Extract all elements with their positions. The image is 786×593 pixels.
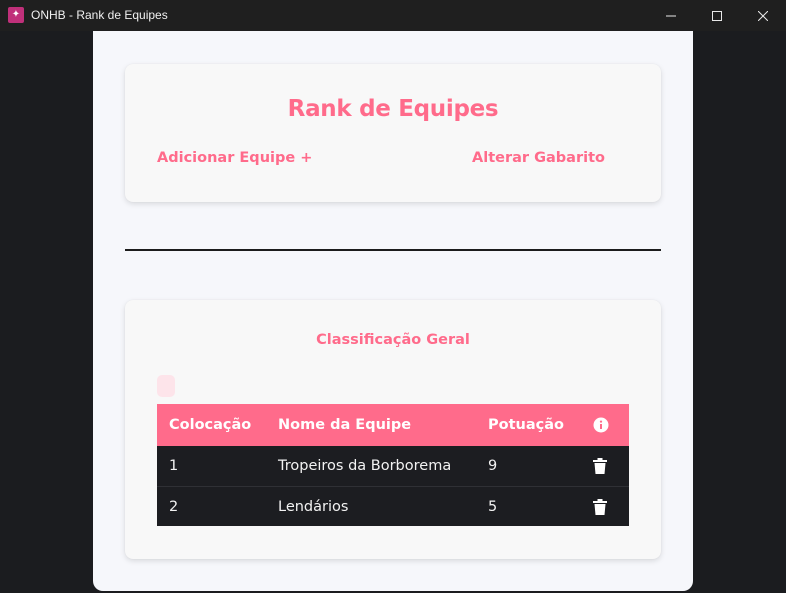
add-team-button[interactable]: Adicionar Equipe + (157, 150, 312, 166)
row-team-name: Tropeiros da Borborema (278, 458, 452, 474)
maximize-icon (712, 10, 722, 21)
row-position: 2 (169, 498, 179, 515)
delete-team-button[interactable] (593, 498, 607, 515)
delete-team-button[interactable] (593, 458, 607, 474)
maximize-button[interactable] (694, 0, 740, 31)
close-button[interactable] (740, 0, 786, 31)
table-row: 2 Lendários 5 (157, 486, 629, 526)
minimize-button[interactable] (648, 0, 694, 31)
info-button[interactable] (593, 417, 609, 433)
column-header-position: Colocação (169, 417, 252, 433)
window-titlebar: ✦ ONHB - Rank de Equipes (0, 0, 786, 31)
column-header-score: Potuação (488, 417, 564, 433)
trash-icon (593, 498, 607, 515)
row-position: 1 (169, 458, 179, 474)
row-team-name: Lendários (278, 498, 349, 515)
header-card (125, 64, 661, 202)
trash-icon (593, 458, 607, 474)
ranking-chip (157, 375, 175, 397)
table-header: Colocação Nome da Equipe Potuação (157, 404, 629, 446)
alter-answer-key-button[interactable]: Alterar Gabarito (472, 150, 605, 166)
row-score: 9 (488, 458, 498, 474)
page-title: Rank de Equipes (287, 96, 499, 122)
info-icon (593, 417, 609, 433)
window-title: ONHB - Rank de Equipes (31, 8, 168, 22)
table-row: 1 Tropeiros da Borborema 9 (157, 446, 629, 486)
row-score: 5 (488, 498, 498, 515)
onhb-app-icon: ✦ (8, 7, 24, 23)
ranking-table: Colocação Nome da Equipe Potuação 1 Trop… (157, 404, 629, 526)
close-icon (758, 10, 768, 21)
section-divider (125, 249, 661, 251)
minimize-icon (666, 15, 676, 16)
column-header-team: Nome da Equipe (278, 417, 412, 433)
ranking-title: Classificação Geral (316, 332, 470, 348)
